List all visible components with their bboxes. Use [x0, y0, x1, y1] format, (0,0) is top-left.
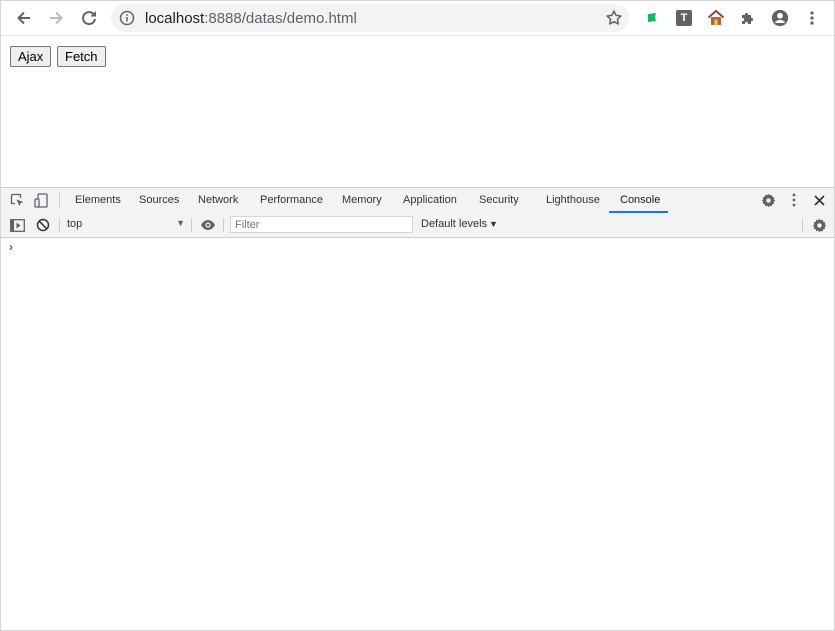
- star-icon[interactable]: [605, 9, 623, 27]
- house-extension-icon[interactable]: [707, 9, 725, 27]
- divider: [223, 218, 224, 232]
- divider: [802, 218, 803, 232]
- info-circle-icon[interactable]: [119, 10, 135, 26]
- back-button[interactable]: [12, 6, 36, 30]
- levels-label: Default levels: [421, 218, 488, 230]
- context-value: top: [67, 218, 83, 230]
- close-icon[interactable]: [811, 192, 827, 208]
- divider: [59, 218, 60, 232]
- context-select[interactable]: top ▼: [67, 218, 187, 232]
- tab-security[interactable]: Security: [479, 188, 519, 213]
- tab-application[interactable]: Application: [403, 188, 457, 213]
- default-levels-dropdown[interactable]: Default levels ▼: [421, 218, 498, 230]
- tab-sources[interactable]: Sources: [139, 188, 179, 213]
- tab-elements[interactable]: Elements: [75, 188, 121, 213]
- browser-toolbar: localhost:8888/datas/demo.html T: [1, 1, 834, 36]
- tab-network[interactable]: Network: [198, 188, 238, 213]
- ajax-button[interactable]: Ajax: [10, 46, 52, 67]
- divider: [191, 218, 192, 232]
- arrow-right-icon: [50, 11, 63, 25]
- dropdown-arrow-icon: ▼: [176, 218, 185, 228]
- arrow-left-icon: [17, 11, 30, 25]
- url-host: localhost: [145, 10, 205, 27]
- clear-console-icon[interactable]: [35, 217, 51, 233]
- fetch-button[interactable]: Fetch: [57, 46, 106, 67]
- filter-input[interactable]: [230, 216, 413, 233]
- forward-button[interactable]: [44, 6, 68, 30]
- console-toolbar: top ▼ Default levels▼: [1, 213, 834, 238]
- console-prompt-icon: ›: [9, 240, 13, 254]
- sidebar-toggle-icon[interactable]: [9, 217, 25, 233]
- console-settings-gear-icon[interactable]: [811, 217, 827, 233]
- reload-icon: [82, 11, 96, 26]
- tab-performance[interactable]: Performance: [260, 188, 323, 213]
- t-extension-button[interactable]: T: [675, 9, 693, 27]
- profile-avatar-icon[interactable]: [771, 9, 789, 27]
- puzzle-extensions-icon[interactable]: [739, 9, 757, 27]
- tab-memory[interactable]: Memory: [342, 188, 382, 213]
- kebab-menu-icon[interactable]: [803, 9, 821, 27]
- t-extension-icon: T: [676, 10, 692, 26]
- page-content: Ajax Fetch: [1, 36, 834, 187]
- settings-gear-icon[interactable]: [760, 192, 776, 208]
- devtools-tab-bar: Elements Sources Network Performance Mem…: [1, 188, 834, 214]
- reload-button[interactable]: [77, 6, 101, 30]
- address-bar[interactable]: localhost:8888/datas/demo.html: [111, 4, 629, 32]
- dropdown-arrow-icon: ▼: [489, 219, 498, 229]
- tab-lighthouse[interactable]: Lighthouse: [546, 188, 600, 213]
- flag-extension-icon[interactable]: [643, 9, 661, 27]
- device-toolbar-icon[interactable]: [33, 192, 49, 208]
- browser-window: localhost:8888/datas/demo.html T Ajax Fe…: [0, 0, 835, 631]
- inspect-element-icon[interactable]: [9, 192, 25, 208]
- tab-console[interactable]: Console: [620, 188, 660, 213]
- divider: [59, 193, 60, 207]
- devtools-panel: Elements Sources Network Performance Mem…: [1, 187, 834, 630]
- devtools-menu-icon[interactable]: [786, 192, 802, 208]
- eye-icon[interactable]: [200, 217, 216, 233]
- console-output[interactable]: ›: [1, 238, 834, 630]
- url-path: :8888/datas/demo.html: [204, 10, 357, 27]
- url-text[interactable]: localhost:8888/datas/demo.html: [145, 10, 357, 27]
